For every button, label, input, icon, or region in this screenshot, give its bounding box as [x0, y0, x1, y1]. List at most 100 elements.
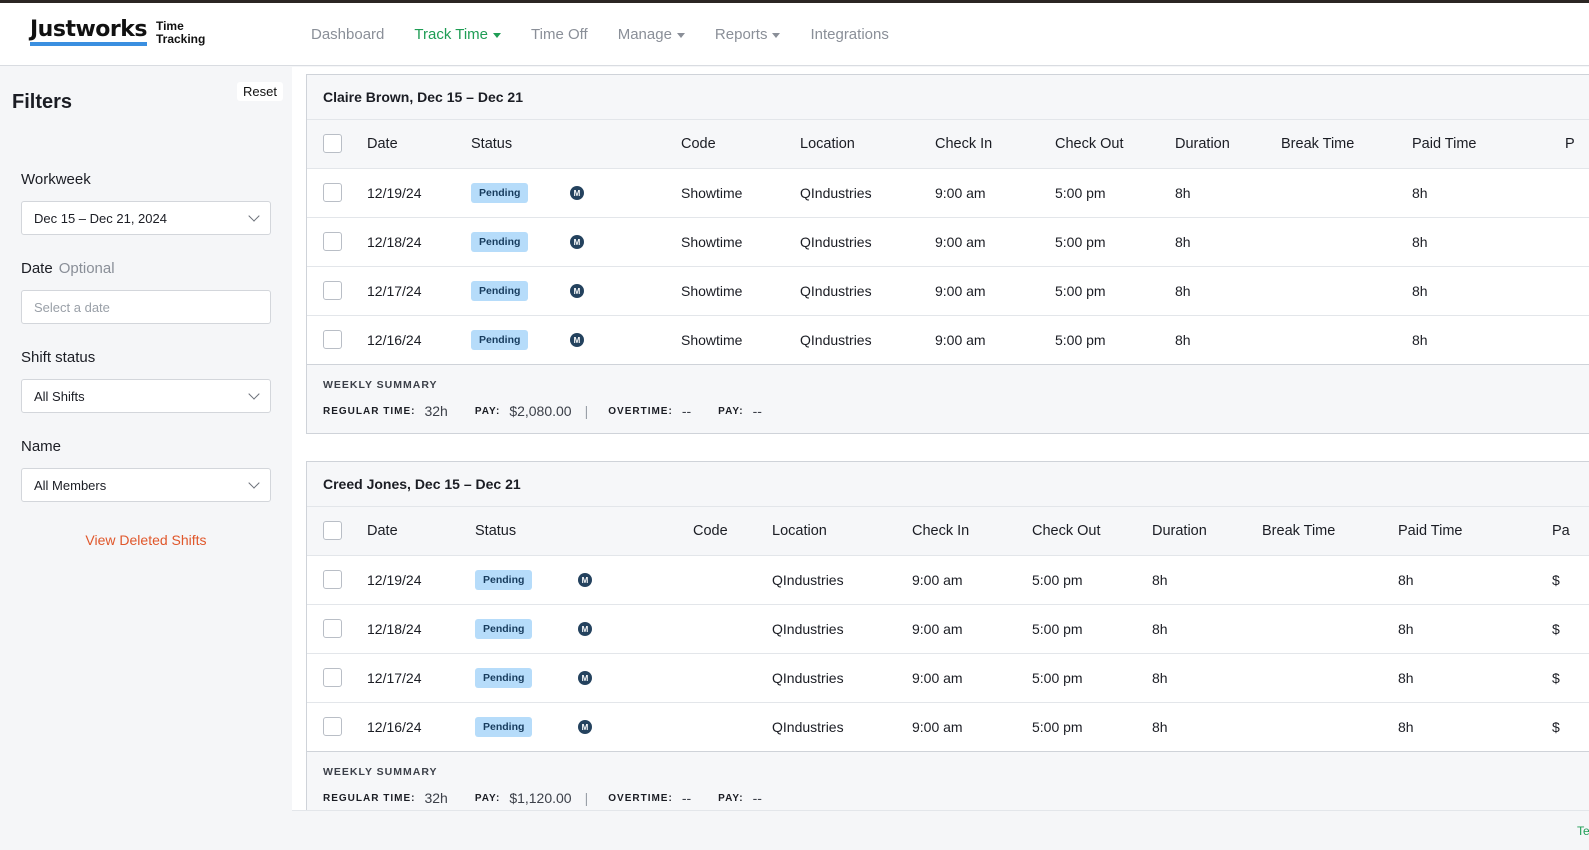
column-header-location[interactable]: Location: [772, 507, 827, 555]
row-location: QIndustries: [800, 332, 872, 348]
table-row[interactable]: 12/18/24 Pending M QIndustries 9:00 am 5:00 p…: [307, 604, 1589, 653]
footer-link[interactable]: Te: [1577, 824, 1589, 838]
shift-status-value: All Shifts: [34, 388, 85, 404]
row-paid-time: 8h: [1398, 719, 1414, 735]
status-badge: Pending: [471, 232, 529, 252]
nav-item-time-off[interactable]: Time Off: [531, 26, 588, 43]
table-row[interactable]: 12/17/24 Pending M QIndustries 9:00 am 5:00 p…: [307, 653, 1589, 702]
table-row[interactable]: 12/18/24 Pending M Showtime QIndustries 9:00 …: [307, 217, 1589, 266]
weekly-summary-title: WEEKLY SUMMARY: [323, 379, 438, 391]
logo-wordmark: Justworks: [30, 19, 147, 46]
status-badge: Pending: [475, 619, 533, 639]
row-paid-time: 8h: [1398, 621, 1414, 637]
regular-time-label: REGULAR TIME:: [323, 405, 416, 417]
card-title: Creed Jones, Dec 15 – Dec 21: [323, 476, 521, 492]
reset-button[interactable]: Reset: [237, 82, 283, 101]
status-badge: Pending: [475, 570, 533, 590]
row-location: QIndustries: [772, 719, 844, 735]
column-header-check-in[interactable]: Check In: [912, 507, 969, 555]
row-date: 12/18/24: [367, 621, 422, 637]
column-header-date[interactable]: Date: [367, 507, 398, 555]
manual-entry-icon: M: [578, 671, 592, 685]
weekly-summary-line: REGULAR TIME: 32h PAY: $1,120.00 | OVERT…: [323, 790, 1579, 806]
row-paid-time: 8h: [1412, 185, 1428, 201]
column-header-code[interactable]: Code: [693, 507, 728, 555]
nav-item-integrations[interactable]: Integrations: [810, 26, 888, 43]
shift-status-select[interactable]: All Shifts: [21, 379, 271, 413]
nav-item-label: Reports: [714, 26, 768, 43]
column-header-date[interactable]: Date: [367, 120, 398, 168]
row-duration: 8h: [1175, 332, 1191, 348]
row-check-out: 5:00 pm: [1055, 332, 1106, 348]
overtime-label: OVERTIME:: [608, 792, 673, 804]
row-extra: $: [1552, 621, 1560, 637]
row-status: Pending: [471, 169, 529, 217]
view-deleted-shifts-link[interactable]: View Deleted Shifts: [0, 532, 292, 548]
column-header-duration[interactable]: Duration: [1175, 120, 1230, 168]
row-duration: 8h: [1175, 283, 1191, 299]
nav-item-track-time[interactable]: Track Time: [414, 26, 502, 43]
table-row[interactable]: 12/16/24 Pending M QIndustries 9:00 am 5:00 p…: [307, 702, 1589, 751]
column-header-location[interactable]: Location: [800, 120, 855, 168]
app-logo[interactable]: Justworks Time Tracking: [30, 19, 205, 46]
row-check-in: 9:00 am: [935, 185, 986, 201]
row-checkbox[interactable]: [323, 570, 342, 589]
column-header-paid-time[interactable]: Paid Time: [1398, 507, 1462, 555]
column-header-status[interactable]: Status: [475, 507, 516, 555]
nav-item-reports[interactable]: Reports: [715, 26, 781, 43]
table-row[interactable]: 12/17/24 Pending M Showtime QIndustries 9:00 …: [307, 266, 1589, 315]
row-date: 12/16/24: [367, 332, 422, 348]
column-header-paid-time[interactable]: Paid Time: [1412, 120, 1476, 168]
row-date: 12/17/24: [367, 670, 422, 686]
column-header-code[interactable]: Code: [681, 120, 716, 168]
column-header-break-time[interactable]: Break Time: [1281, 120, 1354, 168]
column-header-check-in[interactable]: Check In: [935, 120, 992, 168]
nav-item-manage[interactable]: Manage: [618, 26, 685, 43]
row-checkbox[interactable]: [323, 183, 342, 202]
row-status: Pending: [471, 316, 529, 364]
select-all-checkbox[interactable]: [323, 521, 342, 540]
row-check-out: 5:00 pm: [1055, 185, 1106, 201]
status-badge: Pending: [471, 281, 529, 301]
row-checkbox[interactable]: [323, 668, 342, 687]
workweek-select[interactable]: Dec 15 – Dec 21, 2024: [21, 201, 271, 235]
column-header-truncated: Pa: [1552, 523, 1570, 539]
row-checkbox[interactable]: [323, 330, 342, 349]
column-header-break-time[interactable]: Break Time: [1262, 507, 1335, 555]
column-header-duration[interactable]: Duration: [1152, 507, 1207, 555]
row-duration: 8h: [1152, 572, 1168, 588]
row-duration: 8h: [1175, 185, 1191, 201]
status-badge: Pending: [475, 668, 533, 688]
nav-item-label: Integrations: [810, 26, 889, 43]
row-checkbox[interactable]: [323, 717, 342, 736]
table-row[interactable]: 12/19/24 Pending M Showtime QIndustries 9:00 …: [307, 168, 1589, 217]
row-duration: 8h: [1152, 670, 1168, 686]
column-header-status[interactable]: Status: [471, 120, 512, 168]
column-header-check-out[interactable]: Check Out: [1055, 120, 1124, 168]
employee-week-card: Claire Brown, Dec 15 – Dec 21 Date Status C…: [306, 74, 1589, 434]
column-header-check-out[interactable]: Check Out: [1032, 507, 1101, 555]
select-all-checkbox[interactable]: [323, 134, 342, 153]
manual-entry-icon: M: [578, 573, 592, 587]
table-row[interactable]: 12/19/24 Pending M QIndustries 9:00 am 5:00 p…: [307, 555, 1589, 604]
nav-item-label: Dashboard: [311, 26, 385, 43]
table-row[interactable]: 12/16/24 Pending M Showtime QIndustries 9:00 …: [307, 315, 1589, 364]
row-checkbox[interactable]: [323, 281, 342, 300]
name-select[interactable]: All Members: [21, 468, 271, 502]
row-code: Showtime: [681, 185, 743, 201]
table-header: Date Status Code Location Check In Check Out D…: [307, 506, 1589, 555]
date-input[interactable]: Select a date: [21, 290, 271, 324]
overtime-label: OVERTIME:: [608, 405, 673, 417]
status-badge: Pending: [471, 330, 529, 350]
filters-title: Filters: [12, 91, 73, 113]
regular-time-label: REGULAR TIME:: [323, 792, 416, 804]
row-checkbox[interactable]: [323, 619, 342, 638]
row-check-out: 5:00 pm: [1032, 670, 1083, 686]
date-label: Date Optional: [21, 260, 115, 277]
row-location: QIndustries: [772, 621, 844, 637]
pay-value: $1,120.00: [509, 790, 572, 806]
nav-item-dashboard[interactable]: Dashboard: [311, 26, 384, 43]
row-checkbox[interactable]: [323, 232, 342, 251]
manual-entry-icon: M: [570, 186, 584, 200]
manual-entry-icon: M: [570, 333, 584, 347]
